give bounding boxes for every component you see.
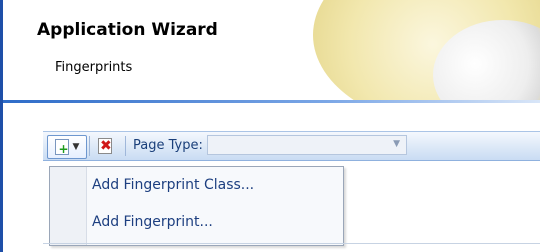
page-toolbar: + ▼ ✖ Page Type: ▼ — [43, 131, 540, 161]
wizard-header: Application Wizard Fingerprints — [3, 0, 540, 100]
delete-icon: ✖ — [98, 138, 112, 154]
add-page-icon: + — [54, 139, 69, 155]
toolbar-separator — [125, 136, 126, 156]
menu-icon-strip — [50, 167, 87, 245]
page-type-label: Page Type: — [133, 138, 203, 153]
page-type-select[interactable]: ▼ — [207, 135, 407, 155]
menu-item-add-fingerprint-class[interactable]: Add Fingerprint Class... — [92, 177, 254, 193]
wizard-content: + ▼ ✖ Page Type: ▼ Add Fingerprint Class… — [3, 103, 540, 252]
content-divider — [43, 243, 540, 244]
wizard-subtitle: Fingerprints — [55, 60, 133, 75]
add-page-menu: Add Fingerprint Class... Add Fingerprint… — [49, 166, 344, 246]
add-page-dropdown-button[interactable]: + ▼ — [47, 135, 87, 159]
toolbar-separator — [89, 136, 90, 156]
menu-item-add-fingerprint[interactable]: Add Fingerprint... — [92, 214, 213, 230]
wizard-title: Application Wizard — [37, 20, 218, 40]
chevron-down-icon: ▼ — [72, 142, 80, 152]
delete-page-button[interactable]: ✖ — [93, 135, 117, 157]
chevron-down-icon: ▼ — [393, 139, 400, 149]
